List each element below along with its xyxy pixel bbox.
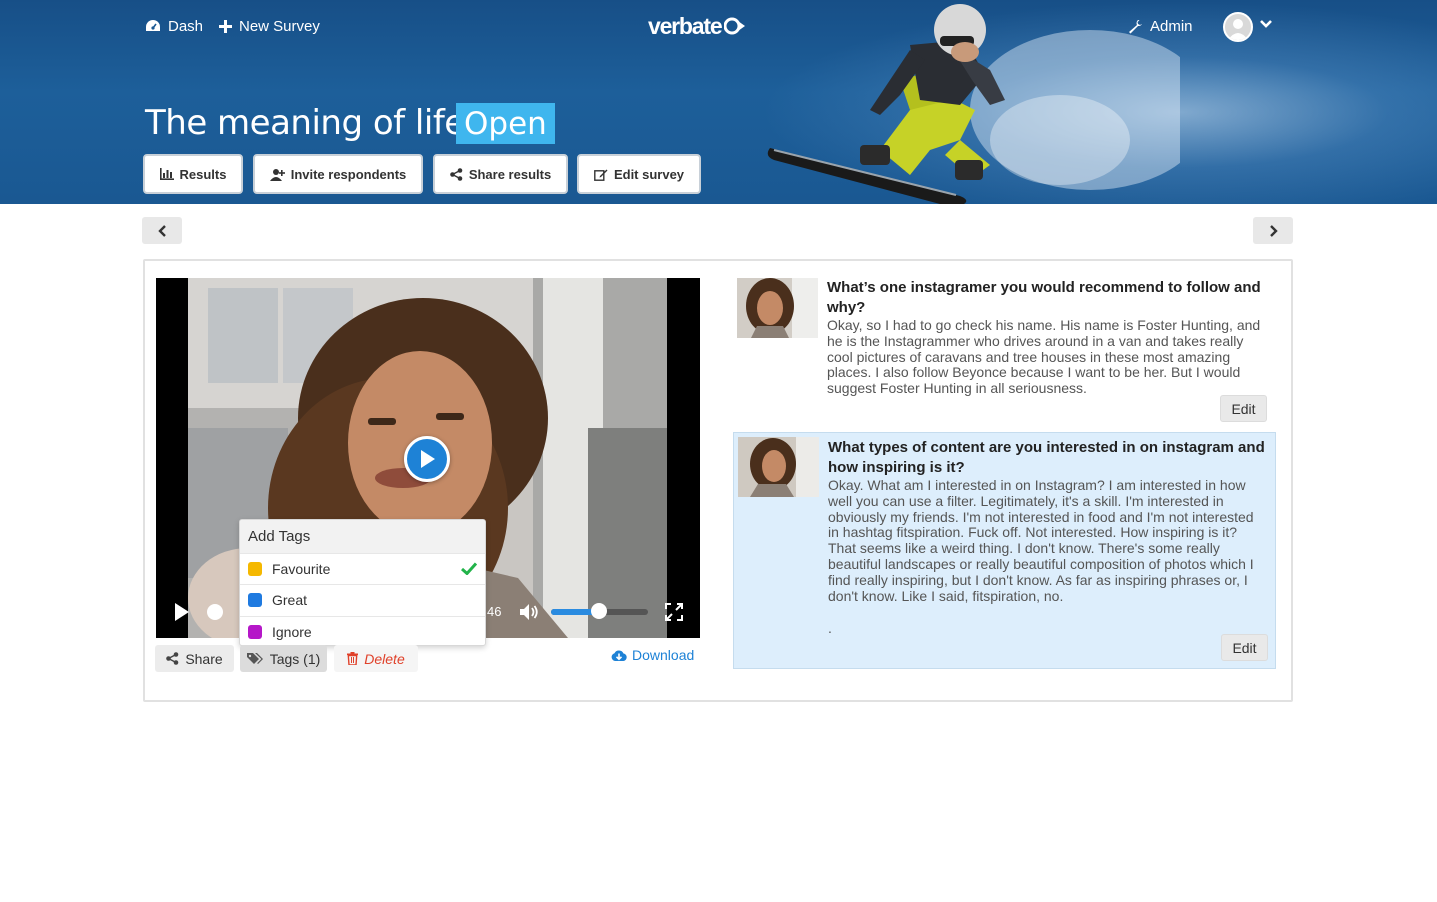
tag-swatch [248,593,262,608]
volume-icon[interactable] [519,603,539,621]
download-link[interactable]: Download [611,647,694,663]
edit-survey-button[interactable]: Edit survey [577,154,701,194]
results-label: Results [179,166,227,182]
status-badge: Open [456,103,555,144]
verbate-logo[interactable]: verbate [648,10,746,42]
dash-link[interactable]: Dash [145,14,203,38]
thumbnail-image [737,278,818,338]
chevron-down-icon[interactable] [1259,19,1273,29]
question-title: What types of content are you interested… [828,439,1265,476]
seek-handle[interactable] [207,604,223,620]
response-thumbnail[interactable] [737,278,818,338]
dash-label: Dash [168,17,204,35]
play-control-icon[interactable] [174,602,190,622]
answer-trailing-text: . [828,620,832,636]
tag-option-great[interactable]: Great [240,584,485,615]
thumbnail-image [738,437,819,497]
dashboard-icon [146,20,160,31]
tag-label: Great [272,592,308,609]
time-display: 46 [487,604,502,619]
response-thumbnail[interactable] [738,437,819,497]
response-item[interactable]: What’s one instagramer you would recomme… [733,260,1276,432]
new-survey-link[interactable]: New Survey [219,14,320,38]
tag-option-favourite[interactable]: Favourite [240,553,485,584]
share-results-button[interactable]: Share results [433,154,568,194]
tag-swatch [248,624,262,639]
edit-survey-label: Edit survey [613,166,685,182]
tag-swatch [248,562,262,577]
add-user-icon [269,168,285,181]
play-icon [421,450,435,468]
add-tags-title: Add Tags [240,520,485,553]
admin-label: Admin [1150,17,1193,35]
invite-respondents-button[interactable]: Invite respondents [253,154,423,194]
header-banner: Dash New Survey verbate Admin The meanin… [0,0,1437,204]
share-label: Share [185,650,223,667]
survey-title: The meaning of life [145,103,465,143]
play-overlay-button[interactable] [404,436,450,482]
tag-option-ignore[interactable]: Ignore [240,615,485,645]
download-label: Download [632,647,695,663]
bar-chart-icon [159,168,174,180]
invite-label: Invite respondents [290,166,407,182]
new-survey-label: New Survey [239,17,320,35]
fullscreen-icon[interactable] [665,603,683,621]
add-tags-popup: Add Tags Favourite Great Ignore [239,519,486,646]
question-title: What’s one instagramer you would recomme… [827,279,1261,316]
delete-label: Delete [364,650,405,667]
edit-icon [594,169,608,181]
trash-icon [347,652,359,665]
snowboarder-image [767,4,1180,204]
share-icon [450,167,463,181]
chevron-left-icon [157,224,166,237]
share-results-label: Share results [468,166,552,182]
previous-response-button[interactable] [142,217,182,244]
results-button[interactable]: Results [143,154,243,194]
volume-handle[interactable] [591,603,607,619]
tags-icon [246,653,263,664]
logo-play-icon [724,17,746,35]
edit-response-button[interactable]: Edit [1221,634,1268,661]
delete-button[interactable]: Delete [334,645,418,672]
cloud-download-icon [611,650,627,661]
user-icon [1228,19,1248,40]
share-button[interactable]: Share [155,645,234,672]
edit-response-button[interactable]: Edit [1220,395,1267,422]
plus-icon [219,19,232,33]
answer-text: Okay, so I had to go check his name. His… [827,317,1261,397]
tag-label: Favourite [272,561,331,578]
tags-label: Tags (1) [269,650,321,667]
check-icon [461,562,477,575]
logo-text: verbate [648,12,723,39]
tag-label: Ignore [272,623,312,640]
response-item-active[interactable]: What types of content are you interested… [733,432,1276,669]
next-response-button[interactable] [1253,217,1293,244]
wrench-icon [1129,19,1142,33]
share-icon [166,652,179,665]
chevron-right-icon [1269,224,1278,237]
tags-button[interactable]: Tags (1) [240,645,327,672]
user-avatar[interactable] [1223,12,1253,42]
answer-text: Okay. What am I interested in on Instagr… [828,477,1254,604]
admin-link[interactable]: Admin [1128,14,1193,38]
